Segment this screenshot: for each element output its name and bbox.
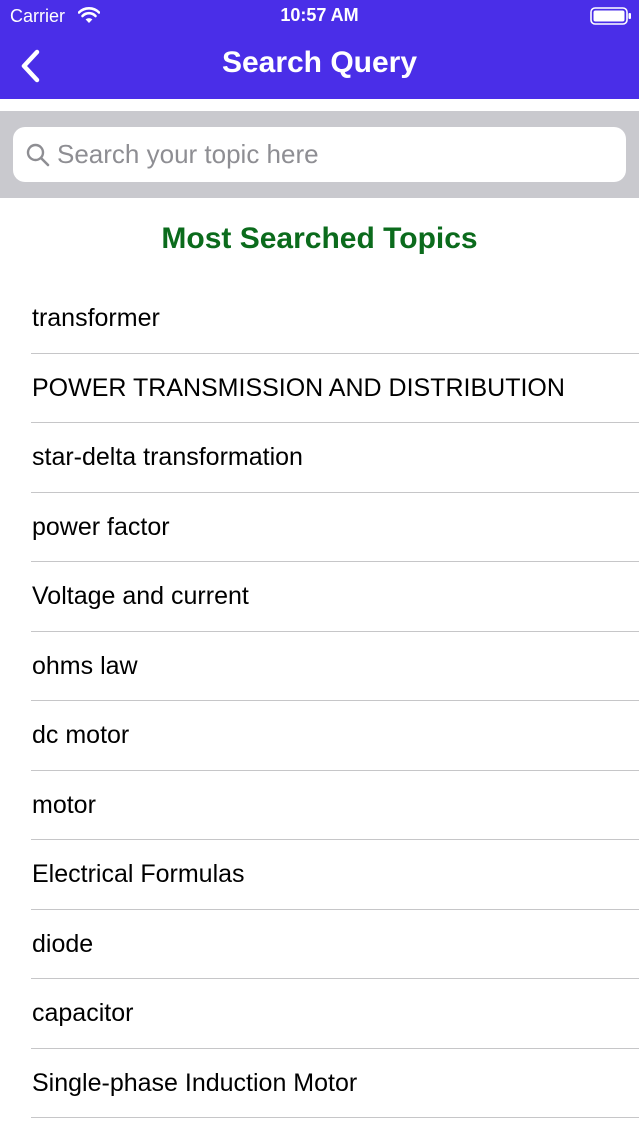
- list-item[interactable]: Electrical Formulas: [0, 840, 639, 910]
- search-field[interactable]: [13, 127, 626, 182]
- list-item[interactable]: star-delta transformation: [0, 423, 639, 493]
- topic-label: motor: [32, 790, 96, 819]
- page-title: Search Query: [221, 46, 418, 79]
- topic-list: transformer POWER TRANSMISSION AND DISTR…: [0, 284, 639, 1118]
- topic-label: diode: [32, 929, 94, 958]
- list-item[interactable]: power factor: [0, 493, 639, 563]
- section-title: Most Searched Topics: [161, 222, 478, 255]
- battery-icon: [590, 7, 631, 25]
- list-item[interactable]: capacitor: [0, 979, 639, 1049]
- chevron-left-icon: [21, 49, 40, 83]
- list-item[interactable]: diode: [0, 910, 639, 980]
- navigation-bar: Search Query: [0, 32, 639, 99]
- list-item[interactable]: transformer: [0, 284, 639, 354]
- list-item[interactable]: motor: [0, 771, 639, 841]
- list-item[interactable]: Voltage and current: [0, 562, 639, 632]
- search-input[interactable]: [57, 127, 612, 182]
- topic-label: star-delta transformation: [32, 443, 303, 471]
- screen: Carrier 10:57 AM Search Query Search you…: [0, 0, 639, 1136]
- topic-label: dc motor: [32, 721, 130, 749]
- status-time: 10:57 AM: [280, 5, 359, 25]
- search-icon: [26, 143, 50, 167]
- back-button[interactable]: [10, 44, 50, 88]
- top-bar: Carrier 10:57 AM Search Query: [0, 0, 639, 99]
- topic-label: capacitor: [32, 999, 134, 1027]
- list-item[interactable]: dc motor: [0, 701, 639, 771]
- list-item[interactable]: ohms law: [0, 632, 639, 702]
- list-item[interactable]: POWER TRANSMISSION AND DISTRIBUTION: [0, 354, 639, 424]
- topic-label: power factor: [32, 512, 170, 541]
- topic-label: Electrical Formulas: [32, 860, 245, 888]
- status-bar: Carrier 10:57 AM: [0, 0, 639, 32]
- search-bar: [0, 111, 639, 198]
- topic-label: transformer: [32, 304, 160, 332]
- topic-label: Voltage and current: [32, 582, 249, 610]
- topic-label: POWER TRANSMISSION AND DISTRIBUTION: [32, 373, 565, 402]
- list-item[interactable]: Single-phase Induction Motor: [0, 1049, 639, 1119]
- topic-label: ohms law: [32, 651, 138, 680]
- topic-label: Single-phase Induction Motor: [32, 1068, 358, 1097]
